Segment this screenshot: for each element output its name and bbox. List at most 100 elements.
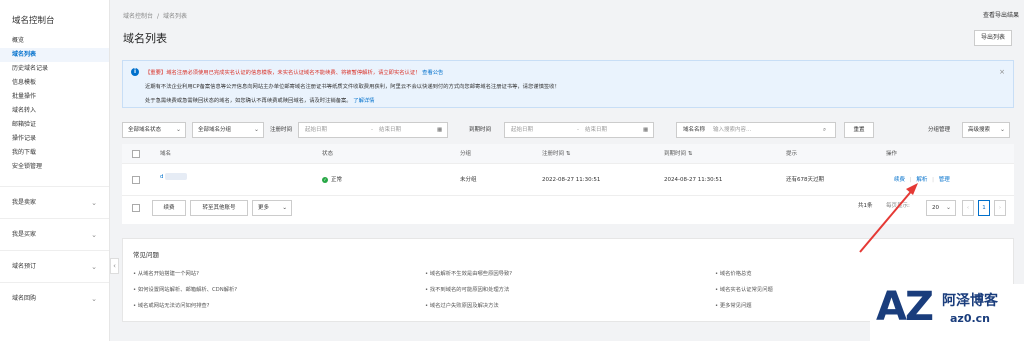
table-row: d ✓ 正常 未分组 2022-08-27 11:30:51 2024-08-27… <box>122 164 1014 196</box>
expire-time-label: 到期时间 <box>469 127 492 133</box>
more-button[interactable]: 更多 ⌄ <box>252 200 292 216</box>
breadcrumb-domain-list: 域名列表 <box>163 13 188 20</box>
batch-renew-button[interactable]: 续费 <box>152 200 186 216</box>
group-manage-link[interactable]: 分组管理 <box>928 122 950 138</box>
sidebar-group-reserve[interactable]: 域名预订 ⌄ <box>0 250 109 282</box>
domain-cell[interactable]: d <box>160 164 187 190</box>
faq-title: 常见问题 <box>133 251 159 259</box>
group-select-value: 全部域名分组 <box>198 127 232 133</box>
faq-text: 更多常见问题 <box>719 303 752 309</box>
page-1-button[interactable]: 1 <box>978 200 990 216</box>
chevron-down-icon: ⌄ <box>253 126 259 133</box>
sidebar-item-domain-list[interactable]: 域名列表 <box>0 48 109 62</box>
transfer-account-button[interactable]: 转至其他账号 <box>190 200 248 216</box>
faq-item[interactable]: • 如何设置网站解析、邮箱解析、CDN解析? <box>133 285 237 293</box>
faq-item[interactable]: • 域名价格总览 <box>715 269 752 277</box>
renew-link[interactable]: 续费 <box>894 177 905 183</box>
group-label: 域名预订 <box>12 263 37 270</box>
sidebar-group-seller[interactable]: 我是卖家 ⌄ <box>0 186 109 218</box>
filter-bar: 全部域名状态 ⌄ 全部域名分组 ⌄ 注册时间 起始日期 - 结束日期 ▦ 到期时间 … <box>122 122 1014 140</box>
expire-start-date: 起始日期 <box>511 127 534 133</box>
group-label: 我是买家 <box>12 231 37 238</box>
sidebar-item-email-verify[interactable]: 邮箱验证 <box>0 118 109 132</box>
search-input[interactable]: 输入搜索内容... <box>713 123 751 137</box>
next-page-button[interactable]: › <box>994 200 1006 216</box>
reg-time-cell: 2022-08-27 11:30:51 <box>542 177 601 183</box>
sidebar-item-security-lock[interactable]: 安全锁管理 <box>0 160 109 174</box>
notice-line-3-text: 处于急需续费或急需赎回状态的域名，如您确认不再续费或赎回域名，请及时注销备案。 <box>145 98 352 104</box>
per-page-value: 20 <box>932 205 939 211</box>
faq-text: 找不到域名的可能原因和处理方法 <box>429 287 510 293</box>
notice-important-text: 【重要】域名注册必须使用已完成实名认证的信息模板，未实名认证域名不能续费、将被暂… <box>145 70 421 76</box>
faq-item[interactable]: • 从域名开始搭建一个网站? <box>133 269 199 277</box>
status-cell: ✓ 正常 <box>322 164 342 196</box>
sidebar-item-history[interactable]: 历史域名记录 <box>0 62 109 76</box>
footer-select-all-checkbox[interactable] <box>132 204 140 212</box>
group-select[interactable]: 全部域名分组 ⌄ <box>192 122 264 138</box>
reg-end-date: 结束日期 <box>379 127 402 133</box>
sidebar-title: 域名控制台 <box>12 16 55 26</box>
per-page-select[interactable]: 20 ⌄ <box>926 200 956 216</box>
faq-item[interactable]: • 域名实名认证常见问题 <box>715 285 773 293</box>
watermark: AZ 阿泽博客 az0.cn <box>870 284 1024 341</box>
col-actions: 操作 <box>886 151 898 157</box>
faq-text: 域名或网站无法访问如何排查? <box>137 303 210 309</box>
faq-item[interactable]: • 域名或网站无法访问如何排查? <box>133 301 209 309</box>
status-select-value: 全部域名状态 <box>128 127 162 133</box>
col-status: 状态 <box>322 151 334 157</box>
col-hint: 提示 <box>786 151 798 157</box>
row-checkbox[interactable] <box>132 176 140 184</box>
sidebar: 域名控制台 概览 域名列表 历史域名记录 信息模板 批量操作 域名转入 邮箱验证… <box>0 0 110 341</box>
sidebar-item-operation-log[interactable]: 操作记录 <box>0 132 109 146</box>
prev-page-button[interactable]: ‹ <box>962 200 974 216</box>
view-announcement-link[interactable]: 查看公告 <box>422 70 443 76</box>
faq-text: 域名价格总览 <box>719 271 752 277</box>
per-page-label: 每页显示: <box>886 203 910 209</box>
close-icon[interactable]: × <box>999 68 1005 76</box>
sidebar-group-buyer[interactable]: 我是买家 ⌄ <box>0 218 109 250</box>
export-list-button[interactable]: 导出列表 <box>973 30 1012 46</box>
sidebar-item-transfer-in[interactable]: 域名转入 <box>0 104 109 118</box>
col-reg-time[interactable]: 注册时间 ⇅ <box>542 144 570 164</box>
domain-name-label: 域名名称 <box>683 127 706 133</box>
col-reg-time-label: 注册时间 <box>542 151 565 157</box>
view-export-results-link[interactable]: 查看导出结果 <box>983 10 1019 19</box>
search-icon[interactable]: ⌕ <box>823 123 826 137</box>
more-label: 更多 <box>258 205 270 211</box>
advanced-search-select[interactable]: 高级搜索 ⌄ <box>962 122 1010 138</box>
info-icon: i <box>131 68 139 76</box>
chevron-down-icon: ⌄ <box>91 231 97 239</box>
select-all-checkbox[interactable] <box>132 150 140 158</box>
advanced-search-label: 高级搜索 <box>968 127 991 133</box>
chevron-down-icon: ⌄ <box>945 204 951 211</box>
hint-cell: 还有678天过期 <box>786 177 824 183</box>
resolve-link[interactable]: 解析 <box>916 177 927 183</box>
sidebar-group-buyback[interactable]: 域名回购 ⌄ <box>0 282 109 314</box>
expire-time-cell: 2024-08-27 11:30:51 <box>664 177 723 183</box>
sidebar-item-downloads[interactable]: 我的下载 <box>0 146 109 160</box>
learn-more-link[interactable]: 了解详情 <box>353 98 374 104</box>
total-count: 共1条 <box>858 203 873 209</box>
sidebar-item-batch[interactable]: 批量操作 <box>0 90 109 104</box>
sidebar-item-overview[interactable]: 概览 <box>0 34 109 48</box>
col-expire-time[interactable]: 到期时间 ⇅ <box>664 144 692 164</box>
range-separator: - <box>371 127 373 133</box>
sidebar-item-templates[interactable]: 信息模板 <box>0 76 109 90</box>
faq-text: 如何设置网站解析、邮箱解析、CDN解析? <box>137 287 238 293</box>
reg-time-range[interactable]: 起始日期 - 结束日期 ▦ <box>298 122 448 138</box>
faq-item[interactable]: • 域名解析不生效是由哪些原因导致? <box>425 269 512 277</box>
faq-item[interactable]: • 更多常见问题 <box>715 301 752 309</box>
status-select[interactable]: 全部域名状态 ⌄ <box>122 122 186 138</box>
expire-time-range[interactable]: 起始日期 - 结束日期 ▦ <box>504 122 654 138</box>
faq-item[interactable]: • 找不到域名的可能原因和处理方法 <box>425 285 509 293</box>
faq-text: 域名实名认证常见问题 <box>719 287 773 293</box>
faq-item[interactable]: • 域名过户失败原因及解决方法 <box>425 301 499 309</box>
chevron-down-icon: ⌄ <box>91 295 97 303</box>
domain-link[interactable]: d <box>160 174 164 180</box>
reset-button[interactable]: 重置 <box>844 122 874 138</box>
table-header: 域名 状态 分组 注册时间 ⇅ 到期时间 ⇅ 提示 操作 <box>122 144 1014 164</box>
manage-link[interactable]: 管理 <box>939 177 950 183</box>
breadcrumb-console[interactable]: 域名控制台 <box>123 13 153 20</box>
check-icon: ✓ <box>322 176 328 183</box>
notice-line-2: 近期有不法企业利用CP备案信息等公开信息向网站主办单位邮寄域名注册证书等纸质文件… <box>145 84 560 90</box>
